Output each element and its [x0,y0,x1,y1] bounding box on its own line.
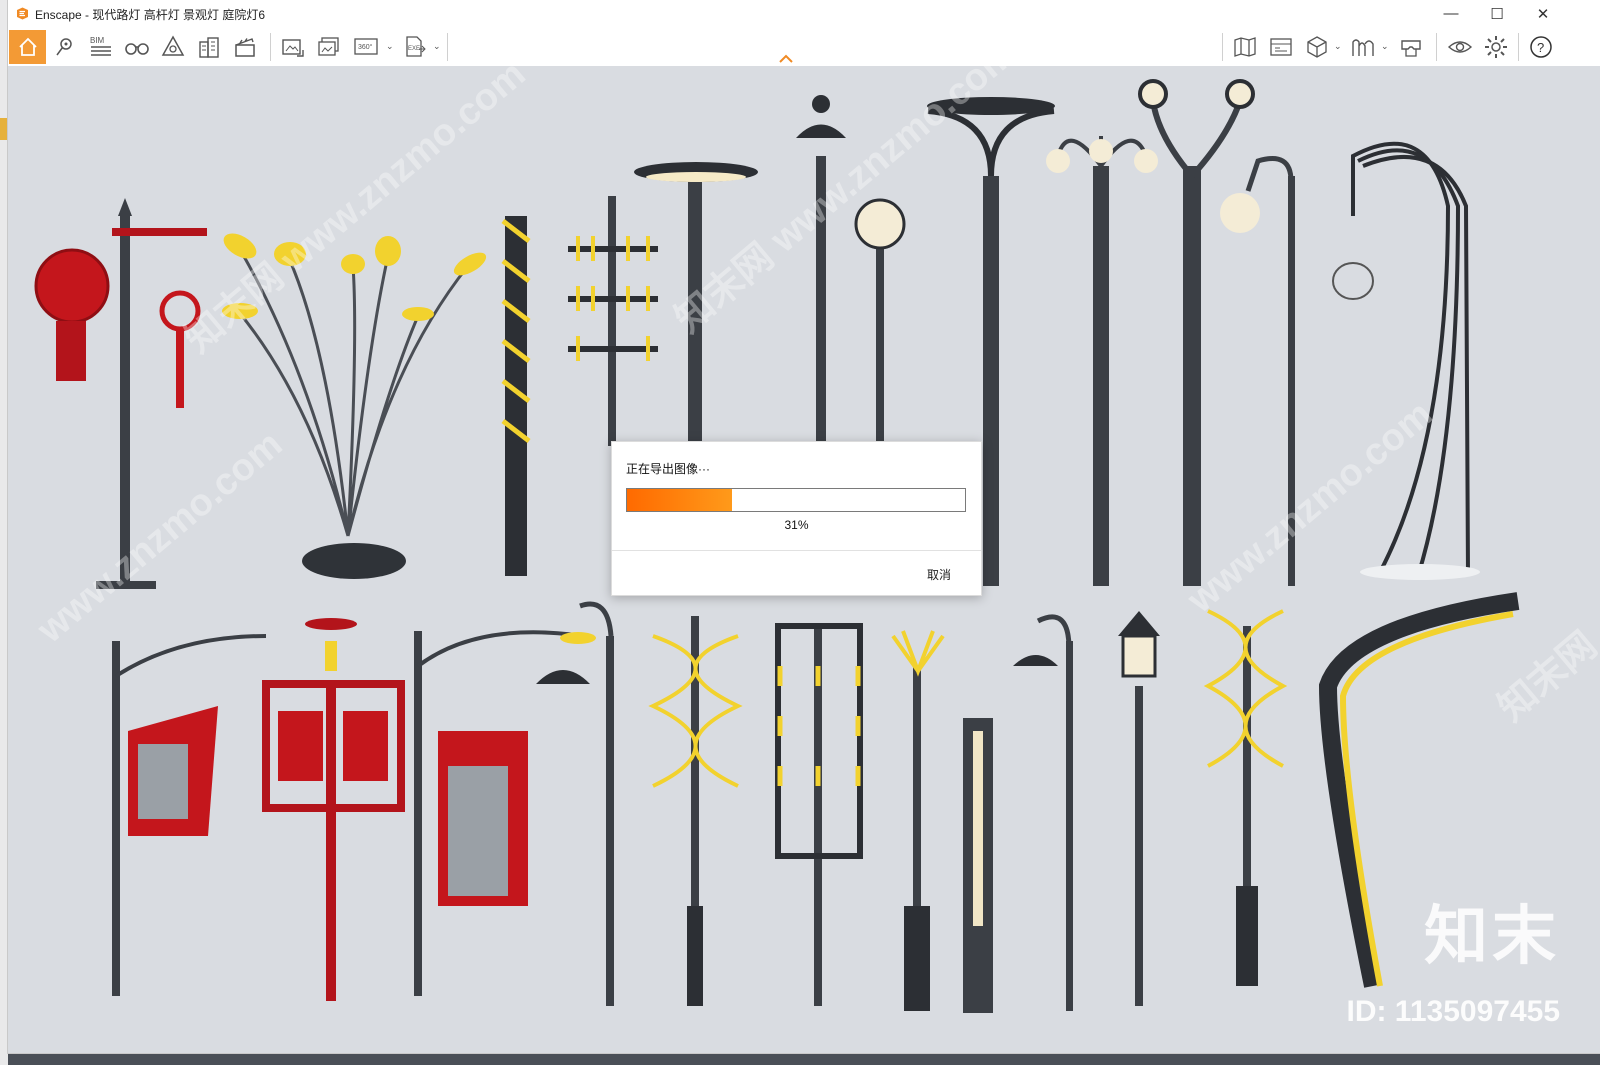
toolbar-separator [1518,33,1519,61]
panorama-360-icon: 360° [354,38,378,55]
lamp-party-sign-board [112,634,267,996]
svg-text:360°: 360° [358,43,373,51]
map-icon [1234,37,1256,57]
cube-icon [1307,36,1327,58]
dialog-title: 正在导出图像··· [626,462,710,476]
export-dropdown-chevron-icon[interactable]: ⌄ [433,41,441,52]
batch-render-icon [318,37,339,56]
lamp-multi-globe [1046,136,1158,586]
lamp-lantern-post [1118,611,1160,1006]
bim-icon: BIM [90,36,111,56]
lamp-wire-arch [1332,141,1480,580]
toolbar-separator [270,33,271,61]
window-title: Enscape - 现代路灯 高杆灯 景观灯 庭院灯6 [35,8,266,22]
lamp-bollard-light [963,718,993,1013]
lamp-helix-yellow [648,616,743,1006]
enscape-logo-icon [17,7,28,20]
collapse-toolbar-chevron-icon[interactable] [774,51,798,65]
desktop-folder-icon [0,118,7,140]
materials-button[interactable] [1348,31,1378,63]
screenshot-button[interactable] [278,31,308,63]
materials-icon [1352,39,1374,56]
buildings-icon [199,37,219,58]
toolbar-separator [1222,33,1223,61]
site-context-icon [1270,38,1292,56]
lamp-globe [854,198,906,441]
help-icon: ? [1530,36,1552,58]
binoculars-icon [125,43,149,55]
map-button[interactable] [1230,31,1260,63]
vr-headset-button[interactable] [1396,31,1426,63]
desktop-edge [0,0,8,1065]
lamp-hanging-bell [536,601,614,1006]
binoculars-button[interactable] [122,31,152,63]
lamp-cage-column [775,623,863,1006]
bim-button[interactable]: BIM [86,31,116,63]
site-buildings-button[interactable] [194,31,224,63]
svg-text:?: ? [1537,40,1544,55]
asset-library-button[interactable] [158,31,188,63]
video-editor-button[interactable] [230,31,260,63]
home-icon [18,37,37,56]
screenshot-icon [282,39,304,57]
visibility-button[interactable] [1445,31,1475,63]
asset-library-icon [161,35,185,56]
cube-view-button[interactable] [1302,31,1332,63]
maximize-icon: ☐ [1490,5,1504,23]
toolbar-separator [447,33,448,61]
lamp-tiered-rings [568,196,658,446]
panorama-button[interactable]: 360° [350,31,384,63]
progress-bar [626,488,966,512]
site-context-button[interactable] [1266,31,1296,63]
close-button[interactable]: ✕ [1520,0,1566,27]
title-bar: Enscape - 现代路灯 高杆灯 景观灯 庭院灯6 — ☐ ✕ [8,0,1600,27]
export-exe-icon: EXE [406,36,426,57]
enscape-window: Enscape - 现代路灯 高杆灯 景观灯 庭院灯6 — ☐ ✕ BIM 36… [8,0,1600,1053]
lamp-fan-crown [891,630,945,1011]
help-button[interactable]: ? [1526,31,1556,63]
main-toolbar: BIM 360° ⌄ EXE ⌄ ⌄ ⌄ ? [8,27,1600,67]
lamp-star-column [501,216,531,576]
svg-text:BIM: BIM [90,36,105,45]
lamp-red-frame-banner [262,618,405,1001]
home-button[interactable] [9,30,46,64]
minimize-button[interactable]: — [1428,0,1474,27]
settings-button[interactable] [1481,31,1511,63]
panorama-dropdown-chevron-icon[interactable]: ⌄ [386,41,394,52]
brand-logo: 知末 [1424,900,1560,972]
visibility-eye-icon [1447,41,1473,53]
cube-dropdown-chevron-icon[interactable]: ⌄ [1334,41,1342,52]
cancel-button[interactable]: 取消 [927,566,951,583]
toolbar-separator [1436,33,1437,61]
clapperboard-icon [235,38,255,57]
svg-text:EXE: EXE [408,46,420,52]
materials-dropdown-chevron-icon[interactable]: ⌄ [1381,41,1389,52]
lamp-hanging-bell-small [1013,614,1073,1011]
lamp-helix-tall [1203,609,1288,986]
vr-headset-icon [1401,40,1421,57]
lamp-bell-cap [796,95,846,441]
batch-render-button[interactable] [314,31,344,63]
brand-id: ID: 1135097455 [1346,995,1560,1028]
dialog-divider [612,550,981,551]
close-icon: ✕ [1536,5,1550,23]
settings-gear-icon [1485,36,1507,58]
export-progress-dialog: 正在导出图像··· 31% 取消 [611,441,982,596]
export-button[interactable]: EXE [400,31,430,63]
progress-fill [627,489,732,511]
maximize-button[interactable]: ☐ [1474,0,1520,27]
views-button[interactable] [50,31,80,63]
lamp-board-with-arm [414,630,596,996]
minimize-icon: — [1443,5,1459,22]
progress-percent: 31% [784,518,809,532]
location-pin-icon [56,38,72,56]
